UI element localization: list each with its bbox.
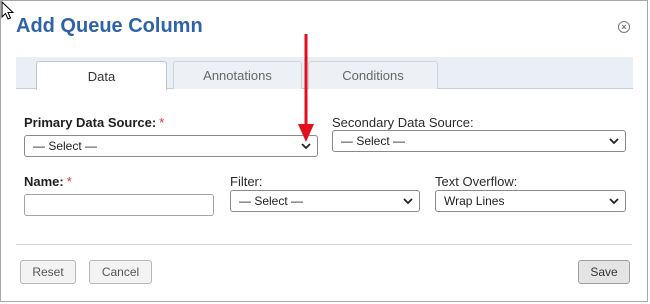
save-button[interactable]: Save (578, 260, 630, 284)
primary-data-source-select[interactable]: — Select — (24, 135, 318, 157)
name-label-text: Name: (24, 174, 64, 189)
primary-data-source-label: Primary Data Source: * (24, 115, 164, 130)
footer-divider (16, 244, 632, 245)
tab-annotations-label: Annotations (203, 68, 272, 83)
tab-conditions-label: Conditions (342, 68, 404, 83)
name-input[interactable] (24, 194, 214, 216)
chevron-down-icon (607, 134, 621, 148)
filter-select[interactable]: — Select — (230, 190, 420, 212)
tab-annotations[interactable]: Annotations (173, 61, 302, 89)
text-overflow-select[interactable]: Wrap Lines (435, 190, 626, 212)
filter-label: Filter: (230, 174, 263, 189)
required-marker: * (159, 115, 165, 130)
required-marker: * (66, 174, 72, 189)
secondary-data-source-label: Secondary Data Source: (332, 115, 474, 130)
text-overflow-label: Text Overflow: (435, 174, 518, 189)
tab-conditions[interactable]: Conditions (308, 61, 438, 89)
dialog-title: Add Queue Column (16, 15, 203, 37)
reset-button[interactable]: Reset (20, 260, 76, 284)
tab-data[interactable]: Data (36, 61, 167, 90)
tab-data-label: Data (87, 68, 116, 84)
primary-data-source-value: — Select — (33, 139, 98, 153)
filter-value: — Select — (239, 194, 304, 208)
primary-data-source-label-text: Primary Data Source: (24, 115, 157, 130)
annotation-arrow-icon (298, 34, 314, 142)
add-queue-column-dialog: Add Queue Column × Data Annotations Cond… (0, 0, 648, 302)
name-label: Name: * (24, 174, 72, 189)
cancel-button[interactable]: Cancel (89, 260, 152, 284)
text-overflow-value: Wrap Lines (444, 194, 505, 208)
dialog-titlebar: Add Queue Column × (1, 1, 647, 51)
secondary-data-source-select[interactable]: — Select — (332, 130, 626, 152)
chevron-down-icon (607, 194, 621, 208)
secondary-data-source-value: — Select — (341, 134, 406, 148)
close-icon[interactable]: × (618, 21, 630, 33)
tab-bar: Data Annotations Conditions (16, 57, 633, 90)
chevron-down-icon (401, 194, 415, 208)
